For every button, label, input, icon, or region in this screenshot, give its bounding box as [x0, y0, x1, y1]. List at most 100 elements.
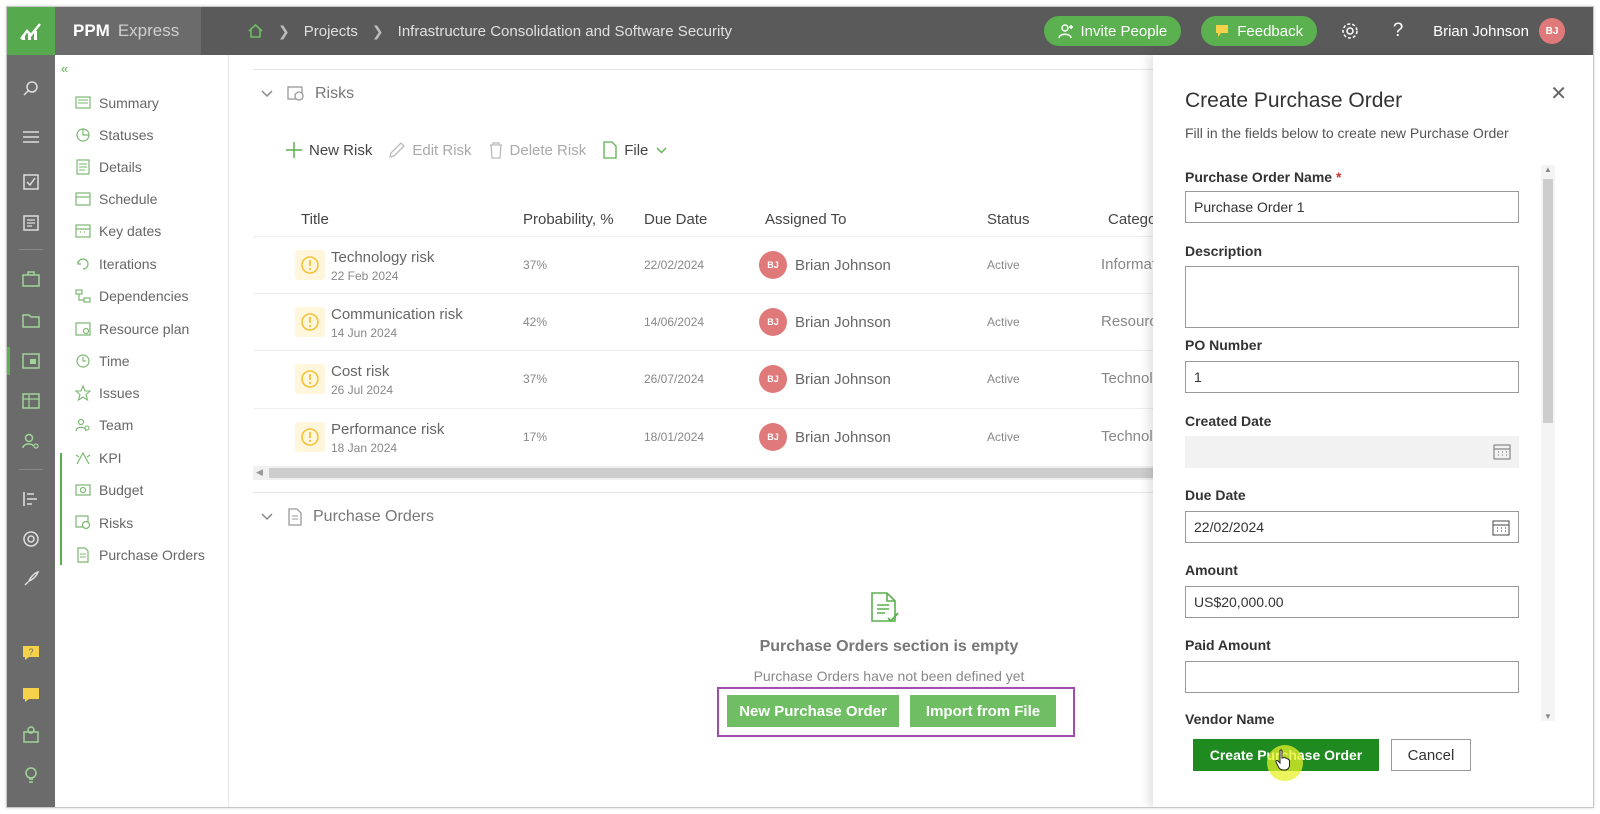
rail-launch[interactable]	[7, 565, 55, 593]
menu-icon	[23, 131, 39, 143]
horizontal-scrollbar[interactable]: ◀	[253, 466, 1153, 480]
checkbox-icon	[23, 174, 39, 190]
nav-item-risks[interactable]: Risks	[75, 511, 133, 535]
nav-item-summary[interactable]: Summary	[75, 91, 159, 115]
po-name-input[interactable]: Purchase Order 1	[1185, 191, 1519, 223]
import-from-file-button[interactable]: Import from File	[910, 695, 1056, 727]
scrollbar-thumb[interactable]	[1543, 179, 1553, 423]
chevron-down-icon[interactable]	[261, 513, 273, 521]
nav-item-kpi[interactable]: KPI	[75, 446, 122, 470]
rail-feedback[interactable]	[7, 681, 55, 709]
description-textarea[interactable]	[1185, 266, 1519, 328]
panel-title: Create Purchase Order	[1185, 89, 1403, 112]
panel-vertical-scrollbar[interactable]: ▲ ▼	[1541, 165, 1555, 721]
due-date-input[interactable]: 22/02/2024	[1185, 511, 1519, 543]
table-row[interactable]: Communication risk 14 Jun 2024 42% 14/06/20…	[253, 293, 1165, 350]
nav-item-key-dates[interactable]: Key dates	[75, 219, 161, 243]
rail-projects[interactable]	[7, 347, 55, 375]
column-header-status[interactable]: Status	[987, 211, 1030, 228]
nav-item-team[interactable]: Team	[75, 413, 133, 437]
nav-item-dependencies[interactable]: Dependencies	[75, 284, 189, 308]
purchase-orders-section-header[interactable]: Purchase Orders	[261, 508, 434, 526]
rail-integrations[interactable]	[7, 721, 55, 749]
edit-risk-button[interactable]: Edit Risk	[388, 141, 472, 159]
rail-resources[interactable]	[7, 387, 55, 415]
chevron-down-icon[interactable]	[261, 90, 273, 98]
nav-item-budget[interactable]: Budget	[75, 478, 143, 502]
warning-icon	[295, 250, 325, 280]
table-row[interactable]: Technology risk 22 Feb 2024 37% 22/02/2024 B…	[253, 236, 1156, 293]
risk-title[interactable]: Communication risk	[331, 306, 463, 323]
new-purchase-order-button[interactable]: New Purchase Order	[727, 695, 899, 727]
rail-tasks[interactable]	[7, 168, 55, 196]
settings-button[interactable]	[1337, 18, 1363, 44]
risks-section-header[interactable]: Risks	[261, 85, 354, 103]
file-menu-button[interactable]: File	[602, 141, 673, 159]
nav-item-time[interactable]: Time	[75, 349, 130, 373]
rail-menu[interactable]	[7, 123, 55, 151]
column-header-probability[interactable]: Probability, %	[523, 211, 614, 228]
amount-input[interactable]: US$20,000.00	[1185, 586, 1519, 618]
breadcrumb-project-name[interactable]: Infrastructure Consolidation and Softwar…	[398, 23, 732, 40]
rail-reports[interactable]	[7, 209, 55, 237]
trash-icon	[489, 142, 502, 159]
new-risk-button[interactable]: New Risk	[285, 141, 372, 159]
rail-portfolio[interactable]	[7, 265, 55, 293]
risk-title[interactable]: Technology risk	[331, 249, 434, 266]
user-name[interactable]: Brian Johnson	[1433, 23, 1529, 40]
rail-goals[interactable]	[7, 525, 55, 553]
home-icon[interactable]	[247, 23, 264, 39]
nav-item-label: Details	[99, 159, 142, 175]
risk-assignee: BJ Brian Johnson	[759, 423, 891, 451]
breadcrumb-projects[interactable]: Projects	[304, 23, 358, 40]
scroll-down-icon[interactable]: ▼	[1544, 712, 1552, 721]
table-row[interactable]: Cost risk 26 Jul 2024 37% 26/07/2024 BJ Brian…	[253, 350, 1161, 407]
app-logo[interactable]	[7, 7, 55, 55]
required-mark: *	[1335, 169, 1342, 185]
nav-item-details[interactable]: Details	[75, 155, 142, 179]
scrollbar-thumb[interactable]	[269, 468, 1153, 478]
delete-risk-button[interactable]: Delete Risk	[488, 141, 586, 159]
feedback-button[interactable]: Feedback	[1201, 16, 1318, 46]
rail-roadmap[interactable]	[7, 485, 55, 513]
scroll-up-icon[interactable]: ▲	[1544, 165, 1552, 174]
rail-search[interactable]	[7, 75, 55, 103]
paid-amount-input[interactable]	[1185, 661, 1519, 693]
nav-item-label: Issues	[99, 385, 140, 401]
risk-title[interactable]: Cost risk	[331, 363, 389, 380]
help-button[interactable]: ?	[1385, 18, 1411, 44]
close-icon[interactable]: ✕	[1550, 81, 1567, 106]
nav-item-purchase-orders[interactable]: Purchase Orders	[75, 543, 205, 567]
rail-programs[interactable]	[7, 306, 55, 334]
nav-item-iterations[interactable]: Iterations	[75, 252, 157, 276]
table-row[interactable]: Performance risk 18 Jan 2024 17% 18/01/2024…	[253, 408, 1161, 465]
nav-item-statuses[interactable]: Statuses	[75, 123, 153, 147]
purchase-orders-icon	[77, 547, 89, 563]
column-header-assigned-to[interactable]: Assigned To	[765, 211, 846, 228]
brand-strong: PPM	[73, 21, 110, 40]
po-number-input[interactable]: 1	[1185, 361, 1519, 393]
feedback-icon	[1216, 25, 1229, 37]
create-purchase-order-panel: ✕ Create Purchase Order Fill in the fiel…	[1153, 55, 1593, 807]
avatar[interactable]: BJ	[1539, 18, 1565, 44]
rail-ideas[interactable]	[7, 761, 55, 789]
invite-people-button[interactable]: Invite People	[1044, 16, 1182, 46]
column-header-due-date[interactable]: Due Date	[644, 211, 707, 228]
rail-users[interactable]	[7, 427, 55, 455]
cancel-button[interactable]: Cancel	[1391, 739, 1471, 771]
risk-title[interactable]: Performance risk	[331, 421, 444, 438]
risks-toolbar: New Risk Edit Risk Delete Risk File	[285, 141, 689, 159]
nav-item-resource-plan[interactable]: Resource plan	[75, 317, 189, 341]
collapse-nav-icon[interactable]: «	[61, 61, 68, 76]
folder-icon	[22, 314, 40, 328]
purchase-orders-icon	[288, 508, 302, 526]
rail-help[interactable]: ?	[7, 639, 55, 667]
nav-item-schedule[interactable]: Schedule	[75, 187, 157, 211]
nav-item-issues[interactable]: Issues	[75, 381, 139, 405]
calendar-icon[interactable]	[1492, 519, 1510, 536]
risks-section-title: Risks	[315, 85, 355, 102]
scroll-left-icon[interactable]: ◀	[256, 467, 263, 478]
risk-date: 26 Jul 2024	[331, 383, 394, 397]
column-header-title[interactable]: Title	[301, 211, 329, 228]
nav-item-label: Resource plan	[99, 321, 190, 337]
